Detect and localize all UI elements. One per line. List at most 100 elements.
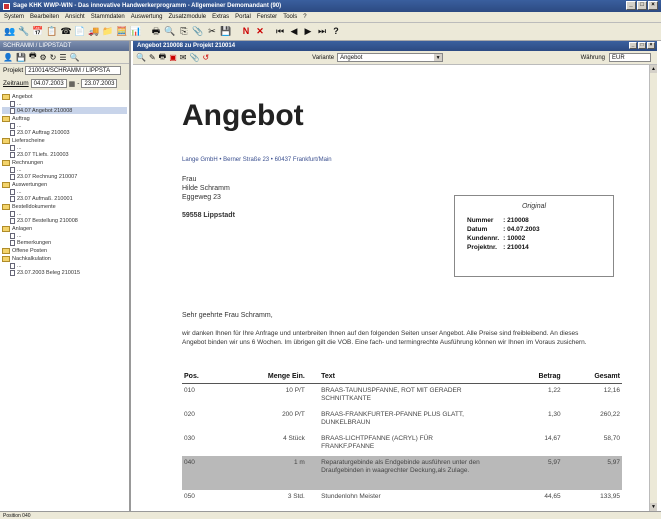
copy-icon[interactable]: ⎘ [178,26,190,38]
cell-text: Reparaturgebinde als Endgebinde ausführe… [319,455,483,490]
tree-item[interactable]: 23.07 Aufmaß. 210001 [2,195,127,202]
new-record-icon[interactable]: N [240,26,252,38]
tree-item[interactable]: 23.07 Bestellung 210008 [2,217,127,224]
paste-icon[interactable]: 📎 [192,26,204,38]
menu-fenster[interactable]: Fenster [257,14,277,20]
search-icon[interactable]: 🔍 [70,53,80,62]
attach-icon[interactable]: 📎 [190,53,200,62]
document-icon [10,239,15,246]
date-from-field[interactable]: 04.07.2003 [30,79,67,88]
scroll-up-icon[interactable]: ▲ [650,65,657,73]
tree-folder-label: Bestelldokumente [12,203,56,210]
tree-folder[interactable]: Auswertungen [2,181,127,188]
save-icon[interactable]: 💾 [220,26,232,38]
tree-item[interactable]: 23.07.2003 Beleg 210015 [2,269,127,276]
doc-maximize-button[interactable]: □ [638,42,646,49]
tree-item[interactable]: 23.07 TLiefs. 210003 [2,151,127,158]
waehrung-label: Währung [580,54,605,61]
report-icon[interactable]: 📋 [46,26,58,38]
tree-item[interactable]: ... [2,210,127,217]
tree-item[interactable]: ... [2,232,127,239]
table-row[interactable]: 020 200 P/T BRAAS-FRANKFURTER-PFANNE PLU… [182,408,622,432]
table-row[interactable]: 010 10 P/T BRAAS-TAUNUSPFANNE, ROT MIT G… [182,384,622,408]
tree-folder[interactable]: Rechnungen [2,159,127,166]
calculator-icon[interactable]: 🧮 [116,26,128,38]
tree-item[interactable]: Bemerkungen [2,239,127,246]
refresh-icon[interactable]: ↻ [50,53,57,62]
wrench-icon[interactable]: 🔧 [18,26,30,38]
tree-item[interactable]: ... [2,166,127,173]
undo-icon[interactable]: ↺ [202,53,209,62]
help-icon[interactable]: ? [330,26,342,38]
tree-folder[interactable]: Angebot [2,93,127,100]
settings-icon[interactable]: ⚙ [40,53,47,62]
date-to-field[interactable]: 23.07.2003 [81,79,118,88]
waehrung-select[interactable]: EUR [609,53,651,62]
person-icon[interactable]: 👤 [3,53,13,62]
edit-icon[interactable]: ✎ [149,53,156,62]
status-bar: Position 040 [0,511,661,519]
menu-zusatzmodule[interactable]: Zusatzmodule [168,14,206,20]
list-icon[interactable]: ☰ [59,53,66,62]
app-titlebar: Sage KHK WWP-WIN - Das innovative Handwe… [0,0,661,12]
menu-ansicht[interactable]: Ansicht [65,14,85,20]
calendar-icon[interactable]: 📅 [32,26,44,38]
table-row[interactable]: 050 3 Std. Stundenlohn Meister 44,65 133… [182,490,622,512]
chevron-down-icon[interactable]: ▼ [434,54,443,61]
tree-item[interactable]: 23.07 Rechnung 210007 [2,173,127,180]
tree-folder[interactable]: Offene Posten [2,247,127,254]
customers-icon[interactable]: 👥 [4,26,16,38]
menu-bearbeiten[interactable]: Bearbeiten [30,14,59,20]
tree-folder[interactable]: Lieferscheine [2,137,127,144]
cut-icon[interactable]: ✂ [206,26,218,38]
projekt-field[interactable]: 210014/SCHRAMM / LIPPSTA [25,66,122,75]
print-icon[interactable]: 🖶 [159,51,167,65]
variante-select[interactable]: Angebot ▼ [337,53,444,62]
menu-auswertung[interactable]: Auswertung [131,14,163,20]
delete-icon[interactable]: ✕ [254,26,266,38]
menu-tools[interactable]: Tools [283,14,297,20]
next-record-icon[interactable]: ▶ [302,26,314,38]
preview-icon[interactable]: 🔍 [136,53,146,62]
close-button[interactable]: × [648,1,658,10]
print-icon[interactable]: 🖶 [29,50,37,64]
mail-icon[interactable]: ✉ [180,53,187,62]
tree-item[interactable]: ... [2,262,127,269]
truck-icon[interactable]: 🚚 [88,26,100,38]
chart-icon[interactable]: 📊 [130,26,142,38]
first-record-icon[interactable]: ⏮ [274,26,286,38]
phone-icon[interactable]: ☎ [60,26,72,38]
menu-extras[interactable]: Extras [212,14,229,20]
tree-item[interactable]: ... [2,188,127,195]
tree-folder[interactable]: Bestelldokumente [2,203,127,210]
tree-item[interactable]: ... [2,144,127,151]
menu-stammdaten[interactable]: Stammdaten [91,14,125,20]
tree-folder[interactable]: Auftrag [2,115,127,122]
table-row[interactable]: 030 4 Stück BRAAS-LICHTPFANNE (ACRYL) FÜ… [182,432,622,456]
document-icon[interactable]: 📄 [74,26,86,38]
doc-minimize-button[interactable]: _ [629,42,637,49]
last-record-icon[interactable]: ⏭ [316,26,328,38]
table-row-selected[interactable]: 040 1 m Reparaturgebinde als Endgebinde … [182,455,622,490]
tree-item[interactable]: 04.07 Angebot 210008 [2,107,127,114]
print-icon[interactable]: 🖶 [150,26,162,38]
preview-icon[interactable]: 🔍 [164,26,176,38]
minimize-button[interactable]: _ [626,1,636,10]
vertical-scrollbar[interactable]: ▲ ▼ [649,65,657,511]
tree-folder[interactable]: Nachkalkulation [2,255,127,262]
menu-system[interactable]: System [4,14,24,20]
pdf-icon[interactable]: ▣ [169,53,177,62]
calendar-icon[interactable]: ▦ [69,80,76,88]
save-icon[interactable]: 💾 [16,53,26,62]
doc-close-button[interactable]: × [647,42,655,49]
folder-icon[interactable]: 📁 [102,26,114,38]
menu-help[interactable]: ? [303,14,306,20]
tree-folder[interactable]: Anlagen [2,225,127,232]
menu-portal[interactable]: Portal [235,14,251,20]
maximize-button[interactable]: □ [637,1,647,10]
tree-item[interactable]: 23.07 Auftrag 210003 [2,129,127,136]
tree-item[interactable]: ... [2,100,127,107]
previous-record-icon[interactable]: ◀ [288,26,300,38]
tree-item[interactable]: ... [2,122,127,129]
scroll-down-icon[interactable]: ▼ [650,503,657,511]
